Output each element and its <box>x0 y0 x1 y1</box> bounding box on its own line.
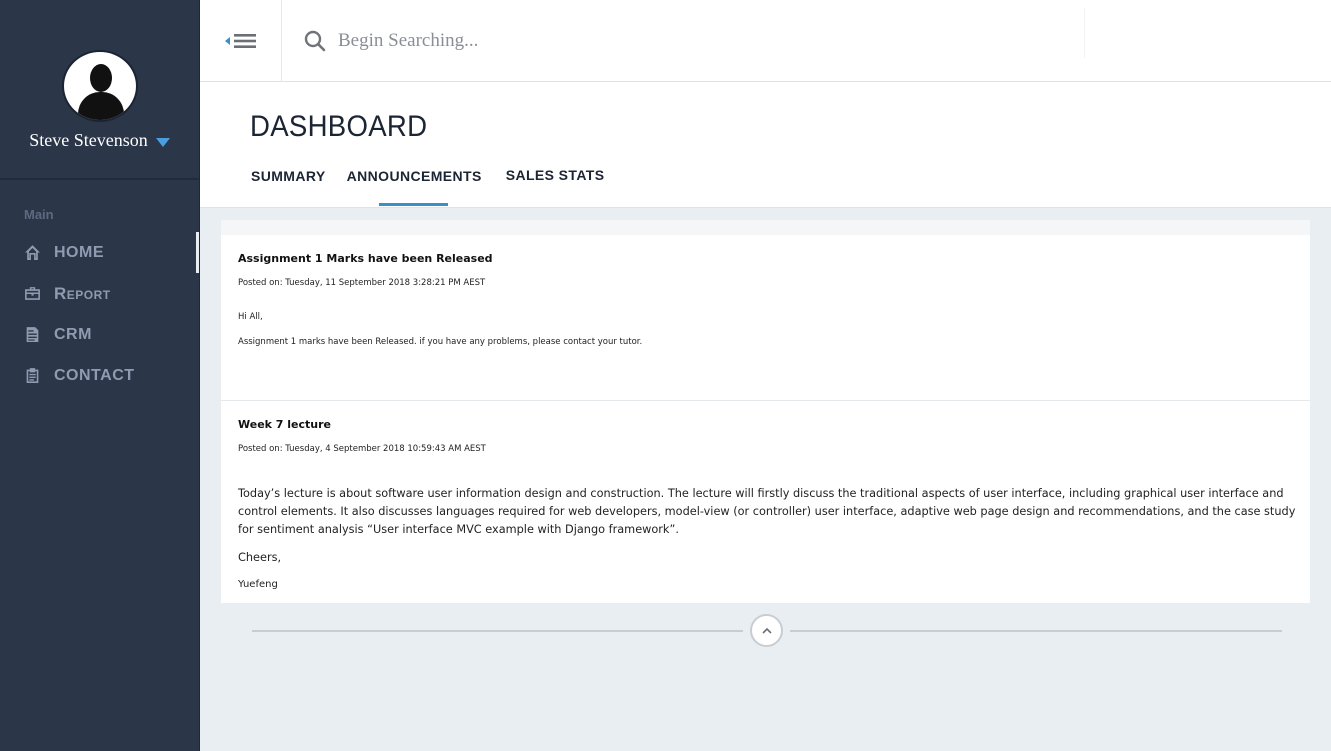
profile-panel: Steve Stevenson <box>0 0 199 180</box>
sidebar-item-home[interactable]: HOME <box>0 232 199 273</box>
tab-announcements[interactable]: ANNOUNCEMENTS <box>347 168 482 184</box>
user-menu[interactable]: Steve Stevenson <box>29 130 170 151</box>
announcement-card: Assignment 1 Marks have been Released Po… <box>221 235 1310 401</box>
avatar-body-shape <box>77 92 124 120</box>
sidebar-item-contact[interactable]: CONTACT <box>0 355 199 396</box>
tab-sales-stats[interactable]: SALES STATS <box>506 167 605 184</box>
caret-down-icon[interactable] <box>155 137 170 147</box>
active-tab-indicator <box>379 203 448 206</box>
sidebar-item-report[interactable]: Report <box>0 273 199 314</box>
announcement-title: Assignment 1 Marks have been Released <box>238 252 493 265</box>
menu-toggle-button[interactable] <box>200 0 282 81</box>
top-bar <box>200 0 1331 82</box>
announcement-title: Week 7 lecture <box>238 418 332 431</box>
page-header: DASHBOARD SUMMARY ANNOUNCEMENTS SALES ST… <box>200 82 1331 208</box>
chevron-up-icon <box>761 627 772 634</box>
menu-collapse-icon <box>224 33 256 48</box>
avatar[interactable] <box>61 50 138 122</box>
announcement-card: Week 7 lecture Posted on: Tuesday, 4 Sep… <box>221 401 1310 603</box>
avatar-head-shape <box>89 64 112 92</box>
nav-section-label: Main <box>24 207 54 222</box>
briefcase-icon <box>25 287 40 300</box>
sidebar-item-crm[interactable]: CRM <box>0 314 199 355</box>
tab-bar: SUMMARY ANNOUNCEMENTS SALES STATS <box>251 167 605 184</box>
divider-line-right <box>790 630 1282 632</box>
page-title: DASHBOARD <box>250 110 428 143</box>
sidebar-item-label: CRM <box>54 325 92 343</box>
home-icon <box>25 245 40 260</box>
sidebar: Steve Stevenson Main HOME Report CRM CON… <box>0 0 200 751</box>
search-divider <box>1084 8 1085 58</box>
search-icon[interactable] <box>304 30 326 52</box>
divider-line-left <box>252 630 743 632</box>
sidebar-item-label: CONTACT <box>54 366 135 384</box>
sidebar-nav: HOME Report CRM CONTACT <box>0 232 199 396</box>
announcements-panel: Assignment 1 Marks have been Released Po… <box>221 220 1310 603</box>
announcement-date: Posted on: Tuesday, 4 September 2018 10:… <box>238 444 486 454</box>
announcement-body: Today’s lecture is about software user i… <box>238 487 1296 536</box>
clipboard-icon <box>26 368 39 383</box>
user-name[interactable]: Steve Stevenson <box>29 130 148 151</box>
search-input[interactable] <box>338 24 1078 58</box>
announcement-greeting: Hi All, <box>238 312 263 322</box>
announcement-signature: Yuefeng <box>238 579 278 590</box>
panel-top-strip <box>221 220 1310 235</box>
announcement-closing: Cheers, <box>238 551 282 564</box>
document-icon <box>26 327 39 342</box>
tab-summary[interactable]: SUMMARY <box>251 168 326 184</box>
announcement-body: Assignment 1 marks have been Released. i… <box>238 337 643 347</box>
collapse-button[interactable] <box>750 614 783 647</box>
sidebar-item-label: HOME <box>54 243 104 261</box>
sidebar-item-label: Report <box>54 283 111 303</box>
announcement-date: Posted on: Tuesday, 11 September 2018 3:… <box>238 278 486 288</box>
